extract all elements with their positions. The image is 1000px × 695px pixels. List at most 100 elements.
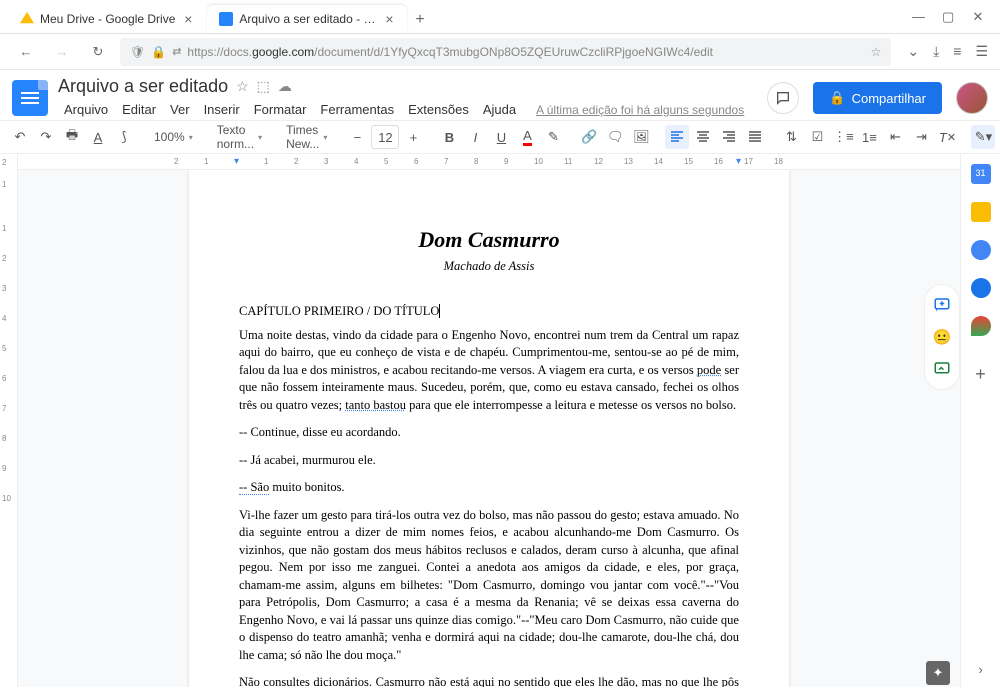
move-icon[interactable]: ⬚ [257, 78, 270, 95]
suggest-icon [933, 360, 951, 378]
formatting-toolbar: ↶ ↷ 🖶 A ⟆ 100% Texto norm... Times New..… [0, 120, 1000, 154]
checklist-button[interactable]: ☑ [805, 125, 829, 149]
account-avatar[interactable] [956, 82, 988, 114]
document-name[interactable]: Arquivo a ser editado [58, 76, 228, 97]
document-area: 2 1 ▾ 1 2 3 4 5 6 7 8 9 10 11 12 13 14 1… [18, 154, 960, 687]
share-label: Compartilhar [852, 91, 926, 106]
document-page[interactable]: Dom Casmurro Machado de Assis CAPÍTULO P… [189, 170, 789, 687]
menu-inserir[interactable]: Inserir [198, 99, 246, 120]
menu-arquivo[interactable]: Arquivo [58, 99, 114, 120]
insert-link-button[interactable]: 🔗 [577, 125, 601, 149]
maps-icon[interactable] [971, 316, 991, 336]
highlight-button[interactable]: ✎ [541, 125, 565, 149]
close-window-icon[interactable]: ✕ [972, 9, 984, 25]
calendar-icon[interactable]: 31 [971, 164, 991, 184]
insert-comment-button[interactable]: 🗨 [603, 125, 627, 149]
underline-button[interactable]: U [489, 125, 513, 149]
collapse-panel-button[interactable]: › [978, 662, 982, 677]
align-justify-button[interactable] [743, 125, 767, 149]
star-icon[interactable]: ☆ [236, 78, 249, 95]
url-input[interactable]: 🛡 🔒 ⇄ https://docs.google.com/document/d… [120, 38, 891, 66]
print-button[interactable]: 🖶 [60, 125, 84, 149]
spellcheck-button[interactable]: A [86, 125, 110, 149]
paint-format-button[interactable]: ⟆ [112, 125, 136, 149]
body-paragraph: Não consultes dicionários. Casmurro não … [239, 674, 739, 687]
downloads-icon[interactable]: ⤓ [933, 43, 939, 60]
back-button[interactable]: ← [12, 38, 40, 66]
font-size-increase[interactable]: + [401, 125, 425, 149]
document-title: Dom Casmurro [239, 225, 739, 256]
redo-button[interactable]: ↷ [34, 125, 58, 149]
chat-icon [775, 90, 791, 106]
suggest-edits-button[interactable] [932, 359, 952, 379]
close-icon[interactable]: × [383, 12, 395, 26]
italic-button[interactable]: I [463, 125, 487, 149]
lock-icon: 🔒 [151, 45, 166, 59]
add-emoji-button[interactable]: 😐 [932, 327, 952, 347]
bullet-list-button[interactable]: ⋮≡ [831, 125, 855, 149]
comments-button[interactable] [767, 82, 799, 114]
menu-icon[interactable]: ☰ [975, 43, 988, 60]
get-addons-button[interactable]: + [975, 364, 986, 385]
font-size-decrease[interactable]: − [345, 125, 369, 149]
docs-logo-icon[interactable] [12, 80, 48, 116]
clear-format-button[interactable]: T✕ [935, 125, 959, 149]
contacts-icon[interactable] [971, 278, 991, 298]
close-icon[interactable]: × [181, 12, 195, 26]
body-paragraph: Vi-lhe fazer um gesto para tirá-los outr… [239, 507, 739, 665]
address-bar: ← → ↻ 🛡 🔒 ⇄ https://docs.google.com/docu… [0, 34, 1000, 70]
tab-title: Meu Drive - Google Drive [40, 12, 175, 26]
body-paragraph: -- Continue, disse eu acordando. [239, 424, 739, 442]
zoom-select[interactable]: 100% [148, 130, 199, 144]
browser-tab-drive[interactable]: Meu Drive - Google Drive × [8, 5, 207, 33]
forward-button[interactable]: → [48, 38, 76, 66]
horizontal-ruler[interactable]: 2 1 ▾ 1 2 3 4 5 6 7 8 9 10 11 12 13 14 1… [18, 154, 960, 170]
align-left-button[interactable] [665, 125, 689, 149]
window-controls: — ▢ ✕ [896, 9, 1000, 25]
vertical-ruler[interactable]: 2 1 1 2 3 4 5 6 7 8 9 10 [0, 154, 18, 687]
menu-editar[interactable]: Editar [116, 99, 162, 120]
line-spacing-button[interactable]: ⇅ [779, 125, 803, 149]
bookmark-icon[interactable]: ☆ [871, 45, 882, 59]
menu-extensoes[interactable]: Extensões [402, 99, 475, 120]
side-panel: 31 + › [960, 154, 1000, 687]
undo-button[interactable]: ↶ [8, 125, 32, 149]
tune-icon: ⇄ [172, 45, 181, 58]
pocket-icon[interactable]: ⌄ [907, 43, 919, 60]
menu-ajuda[interactable]: Ajuda [477, 99, 522, 120]
bold-button[interactable]: B [437, 125, 461, 149]
account-icon[interactable]: ≡ [953, 43, 961, 60]
menu-ferramentas[interactable]: Ferramentas [314, 99, 400, 120]
menu-ver[interactable]: Ver [164, 99, 196, 120]
minimize-icon[interactable]: — [912, 9, 924, 25]
body-paragraph: Uma noite destas, vindo da cidade para o… [239, 327, 739, 415]
align-right-button[interactable] [717, 125, 741, 149]
keep-icon[interactable] [971, 202, 991, 222]
editing-mode-button[interactable]: ✎▾ [971, 125, 995, 149]
text-color-button[interactable]: A [515, 125, 539, 149]
reload-button[interactable]: ↻ [84, 38, 112, 66]
browser-actions: ⌄ ⤓ ≡ ☰ [899, 43, 988, 60]
font-size-input[interactable]: 12 [371, 125, 399, 149]
align-left-icon [670, 130, 684, 144]
increase-indent-button[interactable]: ⇥ [909, 125, 933, 149]
margin-marker-left[interactable]: ▾ [234, 156, 239, 167]
new-tab-button[interactable]: + [407, 7, 432, 33]
add-comment-button[interactable] [932, 295, 952, 315]
menu-formatar[interactable]: Formatar [248, 99, 313, 120]
insert-image-button[interactable]: 🖼 [629, 125, 653, 149]
paragraph-style-select[interactable]: Texto norm... [211, 123, 268, 151]
share-button[interactable]: 🔒 Compartilhar [813, 82, 942, 114]
align-center-button[interactable] [691, 125, 715, 149]
explore-button[interactable]: ✦ [926, 661, 950, 685]
maximize-icon[interactable]: ▢ [942, 9, 954, 25]
numbered-list-button[interactable]: 1≡ [857, 125, 881, 149]
chapter-heading: CAPÍTULO PRIMEIRO / DO TÍTULO [239, 303, 739, 321]
save-status[interactable]: A última edição foi há alguns segundos [530, 100, 750, 120]
tasks-icon[interactable] [971, 240, 991, 260]
docs-favicon-icon [219, 12, 233, 26]
browser-tab-docs[interactable]: Arquivo a ser editado - Docum × [207, 5, 407, 33]
margin-marker-right[interactable]: ▾ [736, 156, 741, 167]
font-select[interactable]: Times New... [280, 123, 333, 151]
decrease-indent-button[interactable]: ⇤ [883, 125, 907, 149]
